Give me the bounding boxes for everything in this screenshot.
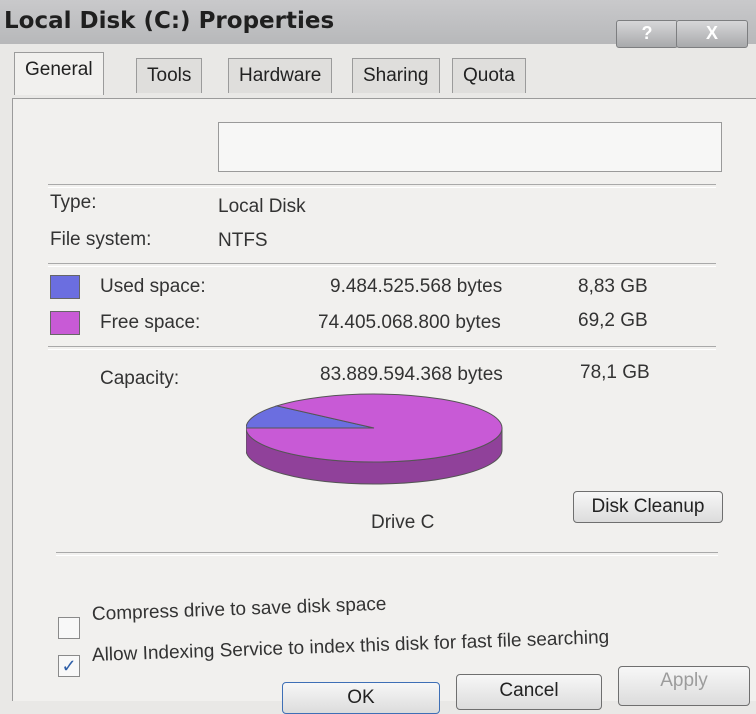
apply-button[interactable]: Apply bbox=[618, 666, 750, 706]
used-space-size: 8,83 GB bbox=[578, 276, 648, 297]
ok-button[interactable]: OK bbox=[282, 682, 440, 714]
capacity-size: 78,1 GB bbox=[580, 362, 650, 383]
file-system-label: File system: bbox=[50, 229, 152, 250]
file-system-value: NTFS bbox=[218, 230, 268, 251]
tab-general[interactable]: General bbox=[14, 52, 104, 95]
cancel-button[interactable]: Cancel bbox=[456, 674, 602, 710]
window-title: Local Disk (C:) Properties bbox=[4, 8, 335, 34]
separator bbox=[48, 184, 716, 188]
tab-sharing[interactable]: Sharing bbox=[352, 58, 440, 93]
separator bbox=[48, 263, 716, 267]
capacity-label: Capacity: bbox=[100, 368, 180, 389]
indexing-checkbox[interactable]: ✓ bbox=[58, 655, 80, 677]
tab-strip: General Tools Hardware Sharing Quota bbox=[14, 52, 554, 102]
disk-cleanup-button[interactable]: Disk Cleanup bbox=[573, 491, 723, 523]
pie-slice-free-space bbox=[246, 393, 503, 463]
tab-hardware[interactable]: Hardware bbox=[228, 58, 333, 93]
disk-usage-pie-chart bbox=[246, 393, 503, 485]
capacity-bytes: 83.889.594.368 bytes bbox=[320, 364, 503, 385]
used-space-bytes: 9.484.525.568 bytes bbox=[330, 276, 503, 297]
drive-caption: Drive C bbox=[371, 512, 435, 533]
help-button[interactable]: ? bbox=[616, 20, 678, 48]
used-space-label: Used space: bbox=[100, 276, 206, 297]
type-value: Local Disk bbox=[218, 196, 306, 217]
free-space-swatch bbox=[50, 311, 80, 335]
title-bar: Local Disk (C:) Properties ? X bbox=[0, 0, 756, 48]
used-space-swatch bbox=[50, 275, 80, 299]
separator bbox=[48, 346, 716, 350]
close-button[interactable]: X bbox=[676, 20, 748, 48]
separator bbox=[56, 552, 718, 556]
free-space-size: 69,2 GB bbox=[578, 310, 648, 331]
tab-tools[interactable]: Tools bbox=[136, 58, 203, 93]
free-space-label: Free space: bbox=[100, 312, 201, 333]
compress-checkbox[interactable] bbox=[58, 617, 80, 639]
free-space-bytes: 74.405.068.800 bytes bbox=[318, 312, 501, 333]
drive-label-input[interactable] bbox=[218, 122, 722, 172]
tab-quota[interactable]: Quota bbox=[452, 58, 526, 93]
type-label: Type: bbox=[50, 192, 97, 213]
